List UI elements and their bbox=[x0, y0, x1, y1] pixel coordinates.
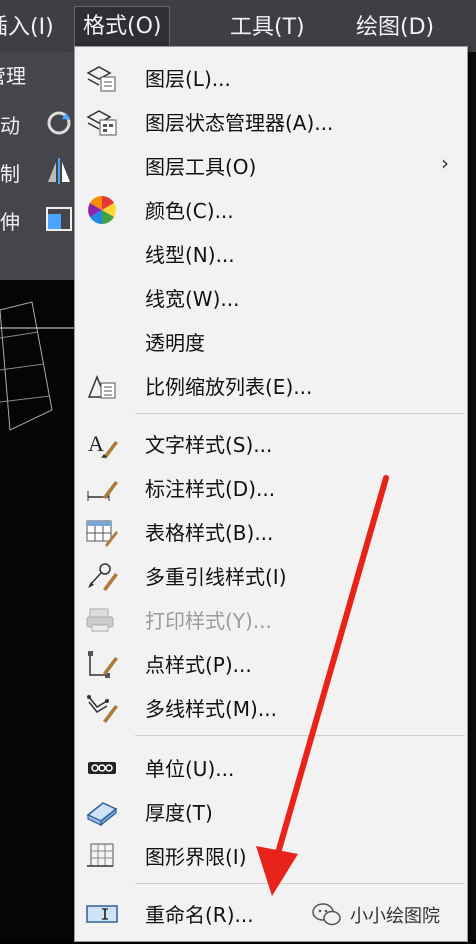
plot-style-icon bbox=[86, 608, 114, 632]
menu-item-text-style[interactable]: A 文字样式(S)... bbox=[75, 421, 467, 465]
menu-item-label: 标注样式(D)... bbox=[145, 477, 276, 501]
menu-item-thickness[interactable]: 厚度(T) bbox=[75, 789, 467, 833]
menu-item-label: 线型(N)... bbox=[145, 243, 235, 267]
ribbon-row-copy[interactable]: 复制 bbox=[0, 152, 80, 192]
menu-item-label: 重命名(R)... bbox=[145, 903, 254, 927]
menu-item-label: 比例缩放列表(E)... bbox=[145, 375, 313, 399]
table-style-icon bbox=[86, 520, 118, 547]
menu-item-label: 线宽(W)... bbox=[145, 287, 240, 311]
menu-item-label: 文字样式(S)... bbox=[145, 433, 273, 457]
watermark-text: 小小绘图院 bbox=[350, 906, 440, 927]
ribbon-copy-label: 复制 bbox=[0, 162, 20, 186]
menu-item-units[interactable]: 单位(U)... bbox=[75, 745, 467, 789]
menu-item-label: 厚度(T) bbox=[145, 801, 213, 825]
menu-item-point-style[interactable]: 点样式(P)... bbox=[75, 641, 467, 685]
wechat-icon bbox=[312, 903, 341, 926]
menu-item-label: 表格样式(B)... bbox=[145, 521, 274, 545]
menu-item-label: 多重引线样式(I) bbox=[145, 565, 287, 589]
menu-separator bbox=[135, 413, 465, 414]
menu-item-label: 图层状态管理器(A)... bbox=[145, 111, 334, 135]
drawing-canvas[interactable] bbox=[0, 280, 80, 940]
rotate-icon bbox=[47, 111, 71, 135]
ribbon-row-move[interactable]: 移动 bbox=[0, 104, 80, 144]
menu-insert[interactable]: 插入(I) bbox=[0, 9, 54, 41]
menu-draw[interactable]: 绘图(D) bbox=[356, 9, 434, 41]
scale-list-icon bbox=[87, 374, 116, 399]
units-icon bbox=[88, 762, 116, 774]
menu-item-label: 打印样式(Y)... bbox=[145, 609, 272, 633]
menu-item-table-style[interactable]: 表格样式(B)... bbox=[75, 509, 467, 553]
menu-item-label: 颜色(C)... bbox=[145, 199, 234, 223]
menu-item-plot-style: 打印样式(Y)... bbox=[75, 597, 467, 641]
drawing-limits-icon bbox=[87, 843, 114, 867]
menu-item-scale-list[interactable]: 比例缩放列表(E)... bbox=[75, 363, 467, 407]
menu-item-layer-state-manager[interactable]: 图层状态管理器(A)... bbox=[75, 99, 467, 143]
scale-icon bbox=[46, 207, 72, 231]
menu-item-label: 图层(L)... bbox=[145, 67, 231, 91]
menu-item-label: 透明度 bbox=[145, 331, 205, 355]
ribbon-tab-manage[interactable]: 管理 bbox=[0, 60, 26, 89]
menu-item-label: 图层工具(O) bbox=[145, 155, 257, 179]
svg-text:A: A bbox=[88, 431, 104, 456]
menu-item-label: 点样式(P)... bbox=[145, 653, 252, 677]
format-dropdown-menu: 图层(L)... 图层状态管理器(A)... 图层工具(O) › 颜色(C)..… bbox=[74, 46, 468, 942]
menu-item-label: 图形界限(I) bbox=[145, 845, 247, 869]
ribbon-panel: 管理 移动 复制 拉伸 bbox=[0, 52, 80, 280]
dim-style-icon bbox=[87, 481, 118, 501]
text-style-icon: A bbox=[88, 431, 118, 459]
menu-item-label: 多线样式(M)... bbox=[145, 697, 277, 721]
color-wheel-icon bbox=[88, 196, 116, 224]
submenu-arrow-icon: › bbox=[441, 151, 449, 175]
drawing-geometry bbox=[0, 301, 80, 431]
menu-item-transparency[interactable]: 透明度 bbox=[75, 319, 467, 363]
ribbon-move-label: 移动 bbox=[0, 114, 20, 138]
menu-item-drawing-limits[interactable]: 图形界限(I) bbox=[75, 833, 467, 877]
mline-style-icon bbox=[87, 695, 118, 723]
menu-item-dimension-style[interactable]: 标注样式(D)... bbox=[75, 465, 467, 509]
menu-item-multileader-style[interactable]: 多重引线样式(I) bbox=[75, 553, 467, 597]
menu-tools[interactable]: 工具(T) bbox=[230, 9, 305, 41]
watermark: 小小绘图院 bbox=[312, 898, 440, 932]
point-style-icon bbox=[88, 651, 118, 678]
menu-item-linetype[interactable]: 线型(N)... bbox=[75, 231, 467, 275]
mleader-style-icon bbox=[88, 563, 118, 591]
menu-item-multiline-style[interactable]: 多线样式(M)... bbox=[75, 685, 467, 729]
menu-separator bbox=[135, 883, 465, 884]
layer-state-icon bbox=[86, 110, 117, 136]
ribbon-row-stretch[interactable]: 拉伸 bbox=[0, 200, 80, 240]
menu-item-lineweight[interactable]: 线宽(W)... bbox=[75, 275, 467, 319]
ribbon-stretch-label: 拉伸 bbox=[0, 210, 20, 234]
layer-icon bbox=[86, 66, 116, 92]
menu-item-layer-tools[interactable]: 图层工具(O) › bbox=[75, 143, 467, 187]
menu-separator bbox=[135, 735, 465, 736]
mirror-icon bbox=[48, 158, 70, 184]
menu-format[interactable]: 格式(O) bbox=[74, 6, 171, 51]
menu-item-color[interactable]: 颜色(C)... bbox=[75, 187, 467, 231]
menu-item-layer[interactable]: 图层(L)... bbox=[75, 55, 467, 99]
rename-icon bbox=[86, 905, 118, 923]
menu-item-label: 单位(U)... bbox=[145, 757, 235, 781]
thickness-icon bbox=[86, 802, 118, 827]
